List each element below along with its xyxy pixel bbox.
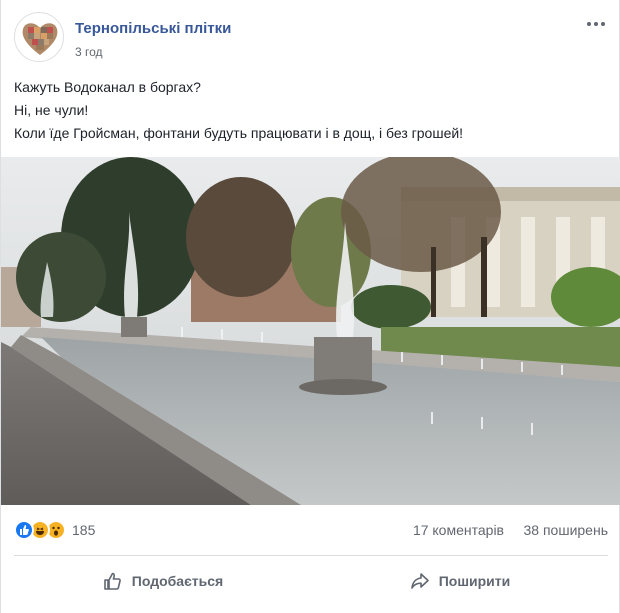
like-button[interactable]: Подобається	[14, 560, 311, 602]
more-options-icon[interactable]	[584, 12, 608, 36]
page-avatar[interactable]	[14, 12, 64, 62]
post-text-line: Кажуть Водоканал в боргах?	[14, 79, 201, 95]
share-arrow-icon	[410, 573, 429, 589]
post-actions: Подобається Поширити	[14, 560, 608, 602]
shares-count-link[interactable]: 38 поширень	[524, 522, 608, 538]
reactions-summary[interactable]: 185	[14, 520, 95, 540]
reaction-count: 185	[72, 522, 96, 538]
post-text: Кажуть Водоканал в боргах? Ні, не чули! …	[14, 76, 608, 145]
fountain-photo	[1, 157, 620, 505]
facebook-post: Тернопільські плітки 3 год Кажуть Водока…	[0, 0, 620, 613]
post-timestamp[interactable]: 3 год	[75, 45, 103, 59]
post-text-line: Коли їде Гройсман, фонтани будуть працюв…	[14, 125, 464, 141]
like-reaction-icon	[14, 520, 34, 540]
like-button-label: Подобається	[131, 573, 224, 589]
share-button[interactable]: Поширити	[311, 560, 608, 602]
actions-divider	[14, 555, 608, 556]
share-button-label: Поширити	[438, 573, 511, 589]
post-text-line: Ні, не чули!	[14, 102, 89, 118]
thumbs-up-icon	[103, 572, 121, 590]
heart-logo-icon	[22, 23, 58, 55]
page-name-link[interactable]: Тернопільські плітки	[75, 20, 231, 37]
post-stats: 185 17 коментарів 38 поширень	[14, 518, 608, 544]
post-header: Тернопільські плітки 3 год	[14, 12, 608, 68]
post-photo[interactable]	[1, 157, 620, 505]
comments-count-link[interactable]: 17 коментарів	[413, 522, 504, 538]
